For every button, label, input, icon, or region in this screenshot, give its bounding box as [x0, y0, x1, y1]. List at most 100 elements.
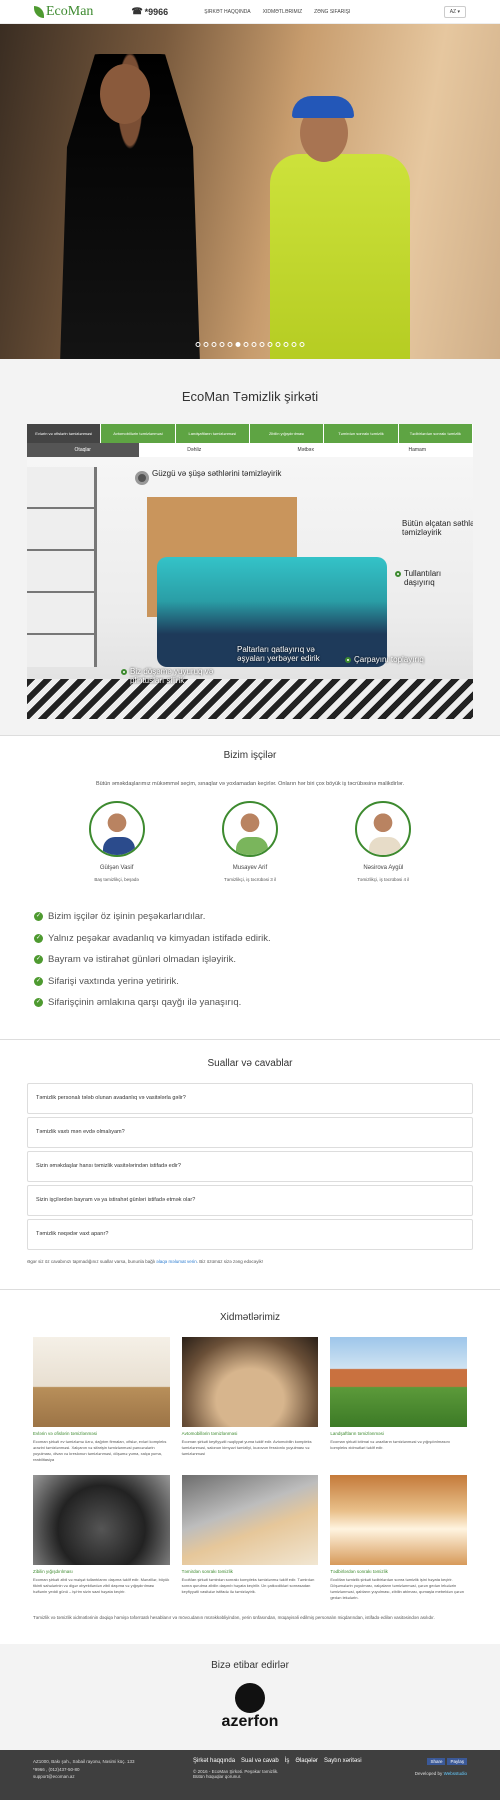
hotspot-marker	[121, 669, 127, 675]
service-title[interactable]: Təmirdən sonrakı təmizlik	[182, 1569, 319, 1574]
service-card[interactable]: Landşaftların təmizlənməsi Ecoman şirkət…	[330, 1337, 467, 1463]
faq-question[interactable]: Sizin əməkdaşlar hansı təmizlik vasitələ…	[27, 1151, 473, 1182]
slider-dot[interactable]	[235, 342, 241, 347]
subtab-hall[interactable]: Dəhliz	[139, 443, 251, 457]
faq-question[interactable]: Təmizlik personalı tələb olunan avadanlı…	[27, 1083, 473, 1114]
tab-after-repair[interactable]: Təmirdən sonrakı təmizlik	[324, 424, 399, 443]
hotspot-clothes[interactable]: Paltarları qatlayırıq və əşyaları yerbəy…	[237, 645, 332, 663]
tab-cars[interactable]: Avtomobillərin təmizlənməsi	[101, 424, 176, 443]
faq-question[interactable]: Sizin işçilərdən bayram və ya istirahət …	[27, 1185, 473, 1216]
slider-dot[interactable]	[291, 342, 297, 347]
slider-dot[interactable]	[259, 342, 265, 347]
benefit-text: Sifarişi vaxtında yerinə yetiririk.	[48, 975, 179, 987]
footer-email[interactable]: support@ecoman.az	[33, 1773, 183, 1781]
tab-homes-offices[interactable]: Evlərin və ofislərin təmizlənməsi	[27, 424, 102, 443]
phone-number[interactable]: ☎ *9966	[131, 6, 168, 17]
azerfon-wordmark: azerfon	[221, 1713, 279, 1730]
service-card[interactable]: Zibilin yığışdırılması Ecoman şirkəti zi…	[33, 1475, 170, 1601]
service-card[interactable]: Evlərin və ofislərin təmizlənməsi Ecoman…	[33, 1337, 170, 1463]
faq-list: Təmizlik personalı tələb olunan avadanlı…	[27, 1083, 473, 1250]
footer-phone[interactable]: *9966 , (012)437-50-80	[33, 1766, 183, 1774]
hotspot-label: Biz döşəmə yuyuruq və plintusları siliri…	[130, 667, 214, 685]
faq-note-text: Əgər siz öz cavabınızı tapmadığınız sual…	[27, 1259, 155, 1264]
nav-call-order[interactable]: Zəng sifarişi	[314, 9, 350, 15]
service-image	[181, 1337, 319, 1427]
slider-dot[interactable]	[211, 342, 217, 347]
faq-title: Suallar və cavablar	[207, 1058, 293, 1069]
subtab-bath[interactable]: Hamam	[362, 443, 474, 457]
benefit-item: ✓ Sifarişi vaxtında yerinə yetiririk.	[34, 971, 466, 993]
service-text: EcoMan təmizlik şirkəti tədbirlərdən son…	[330, 1577, 464, 1600]
logo[interactable]: EcoMan	[34, 4, 93, 20]
benefit-item: ✓ Bayram və istirahət günləri olmadan işl…	[34, 949, 466, 971]
top-navbar: EcoMan ☎ *9966 Şirkət haqqında Xidmətlər…	[0, 0, 500, 24]
hero-person-client-head	[100, 64, 150, 124]
check-icon: ✓	[34, 976, 43, 986]
slider-dot[interactable]	[195, 342, 201, 347]
nav-about[interactable]: Şirkət haqqında	[204, 9, 250, 15]
service-title[interactable]: Tədbirlərdən sonrakı təmizlik	[330, 1569, 467, 1574]
workers-section: Bizim işçilər Bütün əməkdaşlarımız mükəm…	[0, 735, 500, 1039]
service-card[interactable]: Təmirdən sonrakı təmizlik EcoMan şirkəti…	[181, 1475, 319, 1601]
trust-title: Bizə etibar edirlər	[211, 1660, 289, 1671]
slider-dot[interactable]	[275, 342, 281, 347]
footer-link-faq[interactable]: Sual və cavab	[241, 1758, 279, 1764]
footer-link-contacts[interactable]: Əlaqələr	[295, 1758, 318, 1764]
hotspot-floor[interactable]: Biz döşəmə yuyuruq və plintusları siliri…	[121, 667, 231, 685]
service-card[interactable]: Avtomobillərin təmizlənməsi Ecoman şirkə…	[181, 1337, 319, 1463]
service-image	[181, 1475, 319, 1565]
subtab-kitchen[interactable]: Mətbəx	[250, 443, 362, 457]
services-note: Təmizlik və təmizlik xidmətlərinin dəqiq…	[33, 1615, 435, 1620]
avatar	[88, 801, 145, 857]
hotspot-trash[interactable]: Tullantıları daşıyırıq	[395, 569, 455, 587]
phone-icon: ☎	[131, 6, 143, 16]
slider-dot[interactable]	[203, 342, 209, 347]
subtab-rooms[interactable]: Otaqlar	[27, 443, 139, 457]
tab-landscapes[interactable]: Landşaftların təmizlənməsi	[175, 424, 250, 443]
phone-text: *9966	[144, 6, 169, 17]
nav-services[interactable]: Xidmətlərimiz	[263, 9, 302, 15]
faq-question[interactable]: Təmizlik nəqədər vaxt aparır?	[27, 1219, 473, 1250]
hotspot-linen[interactable]: Çarpayını toplayırıq	[345, 655, 424, 664]
share-count-button[interactable]: Paylaş	[447, 1758, 467, 1765]
company-section: EcoMan Təmizlik şirkəti Evlərin və ofisl…	[0, 359, 500, 735]
service-title[interactable]: Zibilin yığışdırılması	[33, 1569, 170, 1574]
worker-name: Musayev Arif	[232, 865, 268, 871]
worker-cap	[292, 96, 354, 118]
tab-garbage[interactable]: Zibilin yığışdırılması	[249, 424, 325, 443]
hotspot-surfaces[interactable]: Bütün əlçatan səthləri təmizləyirik	[402, 519, 473, 537]
slider-dot[interactable]	[299, 342, 305, 347]
footer-link-work[interactable]: İş	[285, 1758, 290, 1764]
workers-title: Bizim işçilər	[223, 750, 277, 761]
slider-dot[interactable]	[227, 342, 233, 347]
hotspot-glass[interactable]: Güzgü və şüşə səthlərini təmizləyirik	[135, 469, 281, 485]
partner-azerfon[interactable]: azerfon	[0, 1683, 500, 1731]
service-text: Ecoman şirkəti ictimai və əraziların təm…	[330, 1439, 450, 1450]
faq-question[interactable]: Təmizlik vaxtı mən evdə olmalıyam?	[27, 1117, 473, 1148]
facebook-share-button[interactable]: Share	[427, 1758, 446, 1765]
service-title[interactable]: Landşaftların təmizlənməsi	[330, 1431, 467, 1436]
service-card[interactable]: Tədbirlərdən sonrakı təmizlik EcoMan təm…	[330, 1475, 467, 1601]
service-title[interactable]: Avtomobillərin təmizlənməsi	[182, 1431, 319, 1436]
footer-link-about[interactable]: Şirkət haqqında	[193, 1758, 235, 1764]
hotspot-label: Bütün əlçatan səthləri təmizləyirik	[402, 519, 473, 537]
contact-link[interactable]: əlaqə məlumat verin	[156, 1259, 197, 1264]
developer-link[interactable]: Websstudio	[444, 1771, 467, 1776]
slider-dot[interactable]	[251, 342, 257, 347]
footer-contacts: AZ1000, Bakı şəh., Səbail rayonu, Nəsimi…	[33, 1758, 183, 1792]
workers-list: Gülşən Vasif Baş təmizlikçi, beşədə Musa…	[0, 801, 500, 882]
shelf	[27, 467, 97, 667]
slider-dot[interactable]	[283, 342, 289, 347]
services-grid: Evlərin və ofislərin təmizlənməsi Ecoman…	[0, 1337, 500, 1601]
benefit-text: Bizim işçilər öz işinin peşəkarlarıdılar…	[48, 911, 206, 923]
footer-link-sitemap[interactable]: Saytın xəritəsi	[324, 1758, 362, 1764]
service-title[interactable]: Evlərin və ofislərin təmizlənməsi	[33, 1431, 170, 1436]
slider-dot[interactable]	[267, 342, 273, 347]
worker-role: Təmizlikçi, iş təcrübəsi 3 il	[223, 877, 276, 882]
language-select[interactable]: AZ ▾	[443, 5, 466, 18]
developer-credit: Developed by Websstudio	[387, 1771, 467, 1776]
check-icon: ✓	[34, 933, 43, 943]
tab-after-events[interactable]: Tədbirlərdən sonrakı təmizlik	[398, 424, 473, 443]
slider-dot[interactable]	[219, 342, 225, 347]
slider-dot[interactable]	[243, 342, 249, 347]
